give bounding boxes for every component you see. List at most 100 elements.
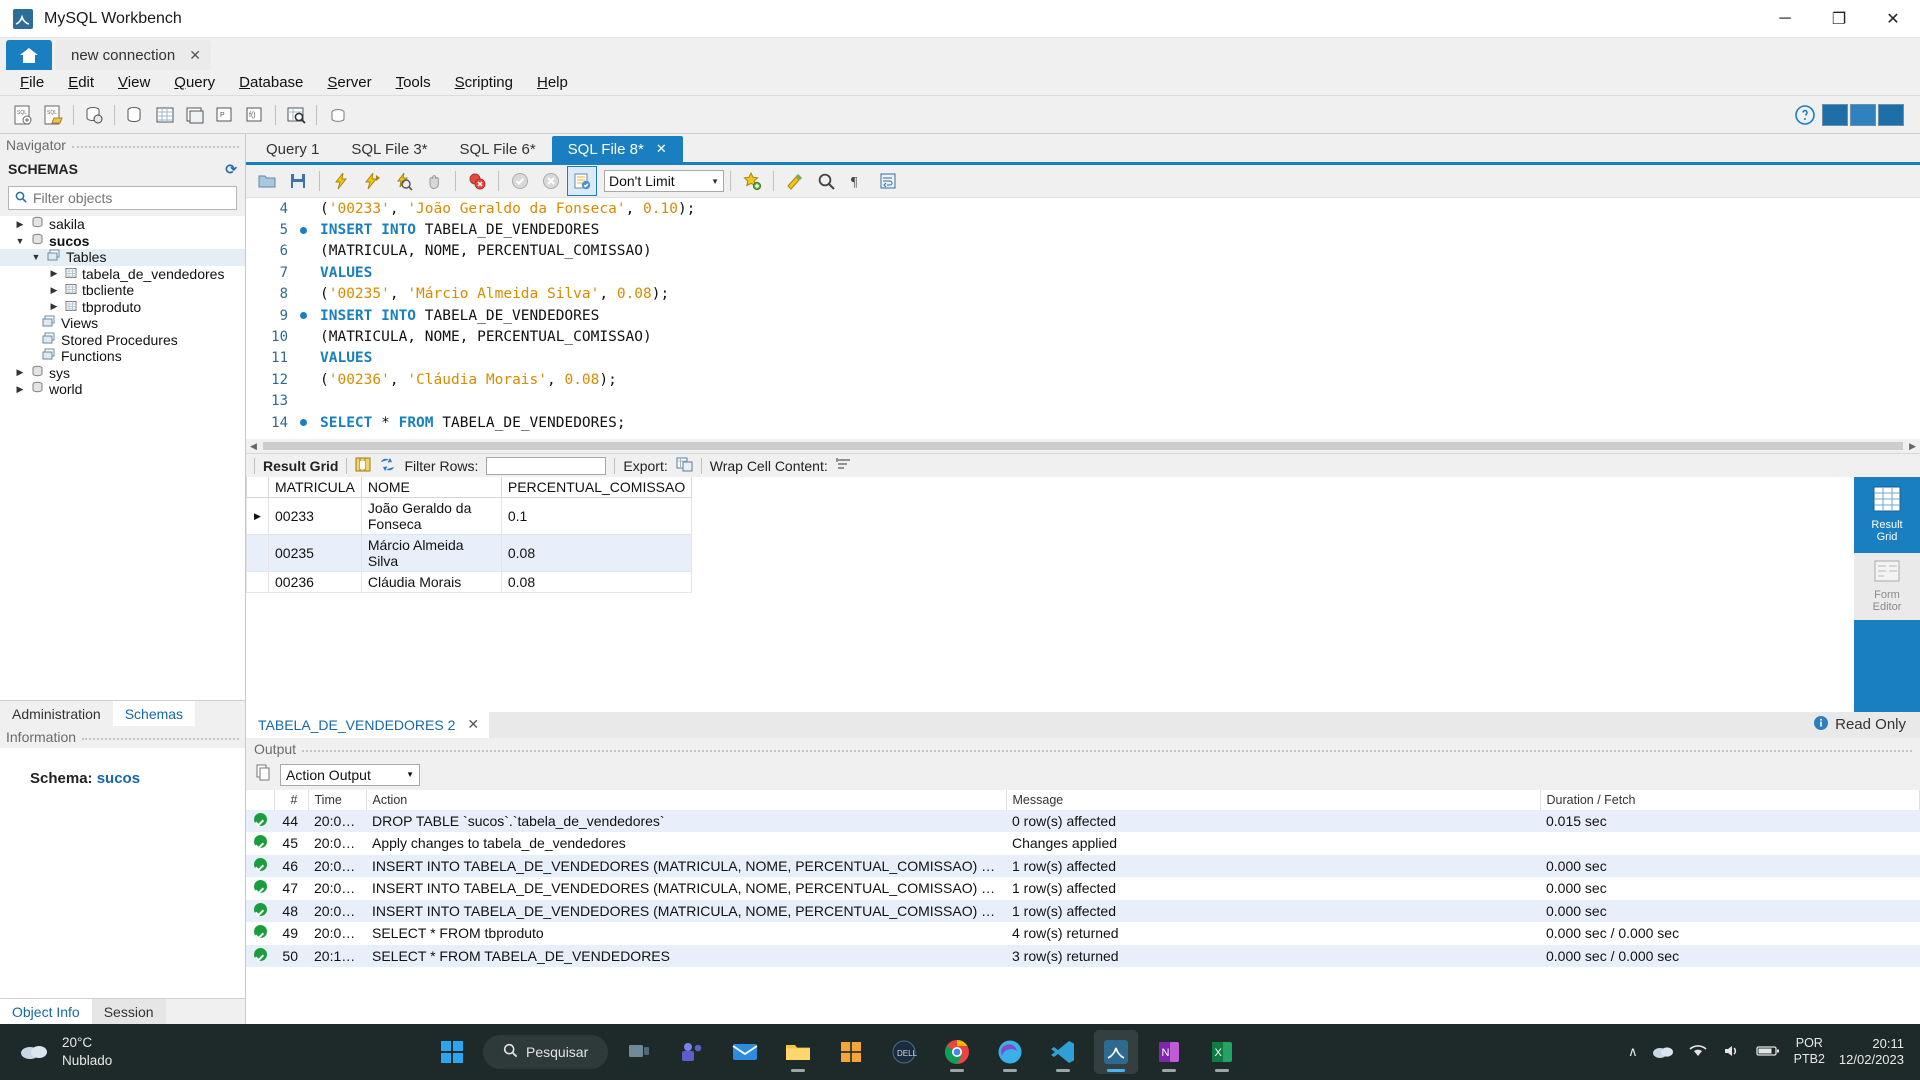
onedrive-icon[interactable]	[1652, 1043, 1674, 1062]
vscode-icon[interactable]	[1041, 1030, 1085, 1074]
explain-query-icon[interactable]	[388, 166, 418, 196]
cell-matricula[interactable]: 00235	[268, 534, 362, 572]
sidebar-item-functions[interactable]: Functions	[0, 348, 245, 365]
output-row[interactable]: 49 20:09:32 SELECT * FROM tbproduto 4 ro…	[246, 922, 1920, 945]
cell-matricula[interactable]: 00236	[268, 571, 362, 593]
close-icon[interactable]: ✕	[189, 47, 201, 64]
chevron-right-icon[interactable]: ▶	[48, 268, 60, 279]
table-row[interactable]: 00235 Márcio Almeida Silva 0.08	[246, 534, 693, 572]
reconnect-server-icon[interactable]	[322, 100, 352, 130]
cell-percentual-comissao[interactable]: 0.08	[500, 571, 693, 593]
battery-icon[interactable]	[1756, 1044, 1780, 1061]
filter-rows-input[interactable]	[486, 456, 607, 475]
keyboard-language[interactable]: POR PTB2	[1794, 1036, 1825, 1067]
form-editor-button[interactable]: Form Editor	[1854, 553, 1920, 620]
chevron-down-icon[interactable]: ▼	[406, 770, 414, 779]
chevron-down-icon[interactable]: ▼	[30, 252, 42, 262]
toggle-invisible-chars-icon[interactable]: ¶	[842, 166, 872, 196]
new-schema-icon[interactable]	[120, 100, 150, 130]
copy-icon[interactable]	[256, 764, 272, 785]
chevron-down-icon[interactable]: ▼	[14, 236, 26, 246]
search-table-data-icon[interactable]	[281, 100, 311, 130]
cell-percentual-comissao[interactable]: 0.1	[500, 497, 693, 535]
file-explorer-icon[interactable]	[776, 1030, 820, 1074]
weather-widget[interactable]: 20°C Nublado	[0, 1034, 430, 1069]
home-icon[interactable]	[6, 40, 52, 70]
taskbar-search[interactable]: Pesquisar	[483, 1035, 609, 1069]
toggle-secondary-sidebar-button[interactable]	[1878, 103, 1904, 126]
toggle-autocommit-icon[interactable]	[567, 166, 597, 196]
menu-scripting[interactable]: Scripting	[443, 71, 525, 94]
tab-sql-file-6[interactable]: SQL File 6*	[444, 136, 552, 162]
menu-view[interactable]: View	[106, 71, 162, 94]
open-sql-script-icon[interactable]: SQL	[38, 100, 68, 130]
breakpoint-marker[interactable]	[294, 419, 312, 427]
chevron-down-icon[interactable]: ▼	[711, 177, 719, 186]
close-button[interactable]: ✕	[1866, 0, 1920, 38]
wrap-cell-icon[interactable]	[836, 457, 852, 474]
info-icon[interactable]	[1813, 715, 1829, 735]
export-icon[interactable]	[676, 457, 693, 475]
toggle-output-button[interactable]	[1850, 103, 1876, 126]
sidebar-item-sucos[interactable]: ▼ sucos	[0, 233, 245, 250]
cell-matricula[interactable]: 00233	[268, 497, 362, 535]
cell-nome[interactable]: Cláudia Morais	[360, 571, 502, 593]
excel-icon[interactable]: X	[1200, 1030, 1244, 1074]
execute-current-statement-icon[interactable]	[357, 166, 387, 196]
dell-icon[interactable]: DELL	[882, 1030, 926, 1074]
close-icon[interactable]: ✕	[656, 141, 667, 157]
sidebar-item-tbproduto[interactable]: ▶ tbproduto	[0, 299, 245, 316]
sidebar-item-views[interactable]: Views	[0, 315, 245, 332]
cell-percentual-comissao[interactable]: 0.08	[500, 534, 693, 572]
sidebar-item-sakila[interactable]: ▶ sakila	[0, 216, 245, 233]
menu-file[interactable]: FFileile	[8, 71, 56, 94]
output-row[interactable]: 47 20:09:32 INSERT INTO TABELA_DE_VENDED…	[246, 877, 1920, 900]
filter-objects-input[interactable]	[33, 190, 230, 206]
connection-tab[interactable]: new connection ✕	[55, 40, 211, 70]
beautify-query-icon[interactable]	[780, 166, 810, 196]
grid-toggle-icon[interactable]	[355, 457, 371, 475]
toggle-stop-on-error-icon[interactable]	[462, 166, 492, 196]
table-row[interactable]: 00236 Cláudia Morais 0.08	[246, 571, 693, 593]
menu-edit[interactable]: Edit	[56, 71, 106, 94]
new-sql-tab-icon[interactable]: SQL	[8, 100, 38, 130]
commit-icon[interactable]	[505, 166, 535, 196]
rollback-icon[interactable]	[536, 166, 566, 196]
breakpoint-marker[interactable]	[294, 312, 312, 320]
new-function-icon[interactable]: f()	[240, 100, 270, 130]
find-icon[interactable]	[811, 166, 841, 196]
close-icon[interactable]: ✕	[467, 716, 479, 733]
new-procedure-icon[interactable]: P	[210, 100, 240, 130]
column-header-percentual-comissao[interactable]: PERCENTUAL_COMISSAO	[500, 477, 693, 498]
speaker-icon[interactable]	[1722, 1043, 1742, 1062]
save-sql-script-icon[interactable]	[283, 166, 313, 196]
output-row[interactable]: 45 20:07:28 Apply changes to tabela_de_v…	[246, 832, 1920, 855]
new-view-icon[interactable]	[180, 100, 210, 130]
refresh-icon[interactable]: ⟳	[225, 161, 237, 178]
limit-rows-dropdown[interactable]: Don't Limit ▼	[604, 170, 724, 192]
refresh-rows-icon[interactable]	[379, 457, 396, 475]
cell-nome[interactable]: Márcio Almeida Silva	[360, 534, 502, 572]
sidebar-item-world[interactable]: ▶ world	[0, 381, 245, 398]
column-header-nome[interactable]: NOME	[360, 477, 502, 498]
wrap-lines-icon[interactable]	[873, 166, 903, 196]
sidebar-help-icon[interactable]	[1790, 100, 1820, 130]
chevron-up-icon[interactable]: ∧	[1628, 1044, 1638, 1060]
menu-tools[interactable]: Tools	[384, 71, 443, 94]
mail-icon[interactable]	[723, 1030, 767, 1074]
new-table-icon[interactable]	[150, 100, 180, 130]
result-tab[interactable]: TABELA_DE_VENDEDORES 2 ✕	[246, 711, 490, 738]
sidebar-item-sys[interactable]: ▶ sys	[0, 365, 245, 382]
maximize-button[interactable]: ❐	[1812, 0, 1866, 38]
scroll-left-icon[interactable]: ◀	[250, 441, 257, 452]
sql-code-editor[interactable]: 4 ('00233', 'João Geraldo da Fonseca', 0.…	[246, 197, 1920, 439]
menu-query[interactable]: Query	[162, 71, 227, 94]
scroll-right-icon[interactable]: ▶	[1909, 441, 1916, 452]
tab-session[interactable]: Session	[91, 999, 166, 1024]
clock[interactable]: 20:11 12/02/2023	[1839, 1036, 1904, 1069]
schema-tree[interactable]: ▶ sakila ▼ sucos ▼ Tables ▶ tabela_de_ve…	[0, 216, 245, 700]
output-row[interactable]: 50 20:10:13 SELECT * FROM TABELA_DE_VEND…	[246, 944, 1920, 967]
breakpoint-marker[interactable]	[294, 226, 312, 234]
output-row[interactable]: 44 20:05:52 DROP TABLE `sucos`.`tabela_d…	[246, 809, 1920, 832]
table-row[interactable]: ▶ 00233 João Geraldo da Fonseca 0.1	[246, 497, 693, 535]
